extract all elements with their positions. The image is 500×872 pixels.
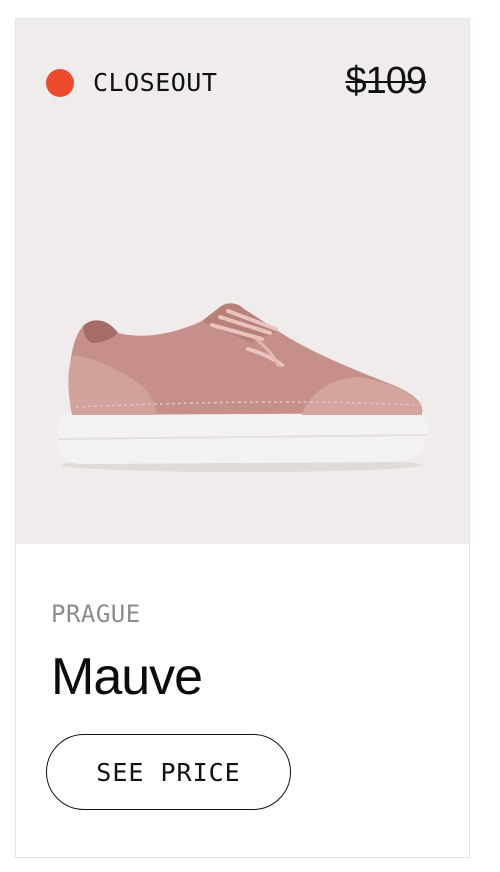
see-price-button[interactable]: SEE PRICE <box>46 734 291 810</box>
sneaker-image <box>57 303 429 472</box>
product-image-area[interactable]: CLOSEOUT $109 <box>16 19 469 544</box>
product-name: Mauve <box>51 648 203 706</box>
closeout-badge-label: CLOSEOUT <box>93 68 218 97</box>
original-price: $109 <box>345 60 427 102</box>
product-info: PRAGUE Mauve SEE PRICE <box>16 544 469 857</box>
closeout-dot-icon <box>46 69 74 97</box>
product-card[interactable]: CLOSEOUT $109 PRAGUE Mauve SEE PRICE <box>15 18 470 858</box>
brand-name: PRAGUE <box>51 600 141 628</box>
